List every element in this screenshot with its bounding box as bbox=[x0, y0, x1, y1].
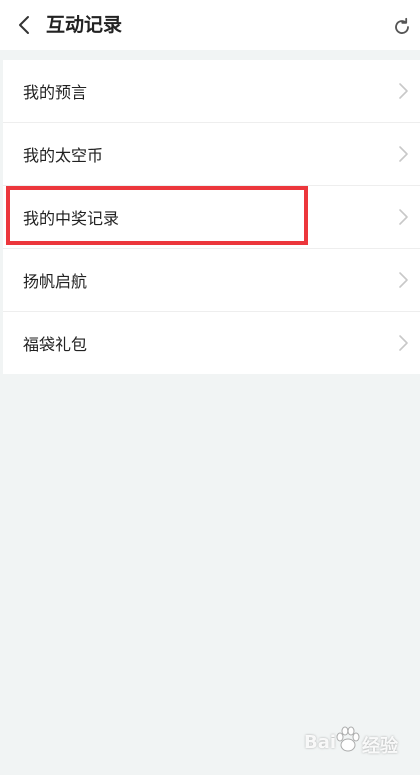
chevron-right-icon bbox=[399, 335, 408, 351]
chevron-right-icon bbox=[399, 272, 408, 288]
list-item-label: 我的太空币 bbox=[23, 146, 104, 165]
back-button[interactable] bbox=[12, 13, 36, 37]
list-item-space-coins[interactable]: 我的太空币 bbox=[3, 123, 420, 186]
interaction-record-list: 我的预言 我的太空币 我的中奖记录 扬帆启航 福袋礼包 bbox=[3, 60, 420, 374]
chevron-right-icon bbox=[399, 146, 408, 162]
refresh-icon bbox=[395, 17, 409, 34]
chevron-right-icon bbox=[399, 209, 408, 225]
list-item-label: 扬帆启航 bbox=[23, 272, 88, 291]
watermark-text-left: Bai bbox=[304, 732, 337, 753]
list-item-set-sail[interactable]: 扬帆启航 bbox=[3, 249, 420, 312]
watermark-text-right: 经验 bbox=[362, 736, 398, 757]
page-title: 互动记录 bbox=[46, 14, 123, 36]
list-item-label: 我的中奖记录 bbox=[23, 209, 120, 228]
list-item-winning-records[interactable]: 我的中奖记录 bbox=[3, 186, 420, 249]
list-item-prediction[interactable]: 我的预言 bbox=[3, 60, 420, 123]
baidu-jingyan-watermark: Bai 经验 bbox=[304, 722, 414, 766]
list-item-lucky-bag[interactable]: 福袋礼包 bbox=[3, 312, 420, 374]
chevron-left-icon bbox=[19, 16, 29, 34]
refresh-button[interactable] bbox=[390, 15, 414, 39]
top-bar: 互动记录 bbox=[0, 0, 420, 50]
list-item-label: 福袋礼包 bbox=[23, 335, 88, 354]
paw-icon bbox=[336, 726, 360, 752]
chevron-right-icon bbox=[399, 83, 408, 99]
list-item-label: 我的预言 bbox=[23, 83, 88, 102]
